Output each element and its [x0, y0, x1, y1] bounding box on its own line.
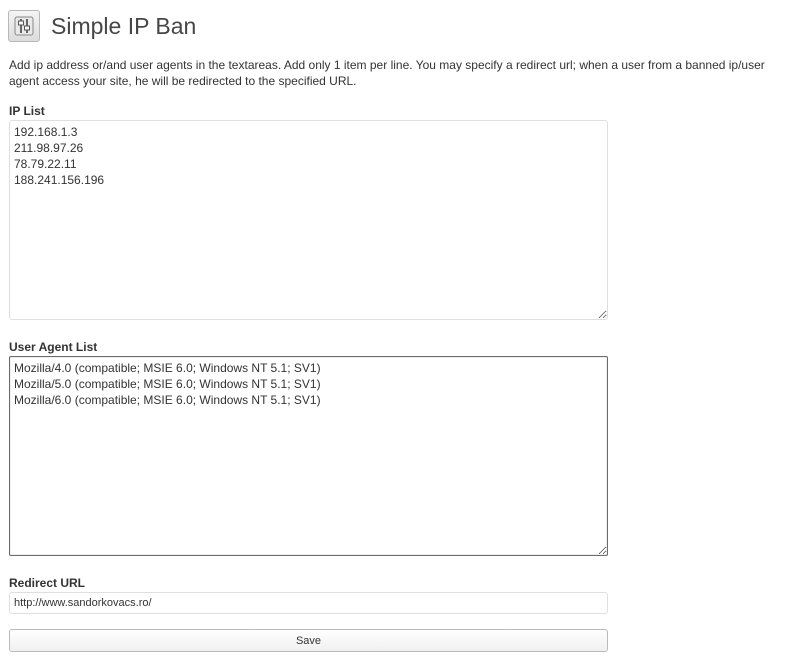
plugin-settings-icon [8, 10, 40, 42]
page-header: Simple IP Ban [8, 9, 196, 43]
ip-list-textarea[interactable]: 192.168.1.3 211.98.97.26 78.79.22.11 188… [9, 120, 608, 320]
redirect-url-label: Redirect URL [9, 576, 86, 590]
page-title: Simple IP Ban [51, 13, 197, 39]
user-agent-list-label: User Agent List [9, 340, 98, 354]
user-agent-list-textarea[interactable]: Mozilla/4.0 (compatible; MSIE 6.0; Windo… [9, 356, 608, 556]
page-description: Add ip address or/and user agents in the… [9, 58, 765, 88]
save-button[interactable]: Save [9, 629, 608, 652]
redirect-url-input[interactable] [9, 592, 608, 614]
ip-list-label: IP List [9, 104, 45, 118]
